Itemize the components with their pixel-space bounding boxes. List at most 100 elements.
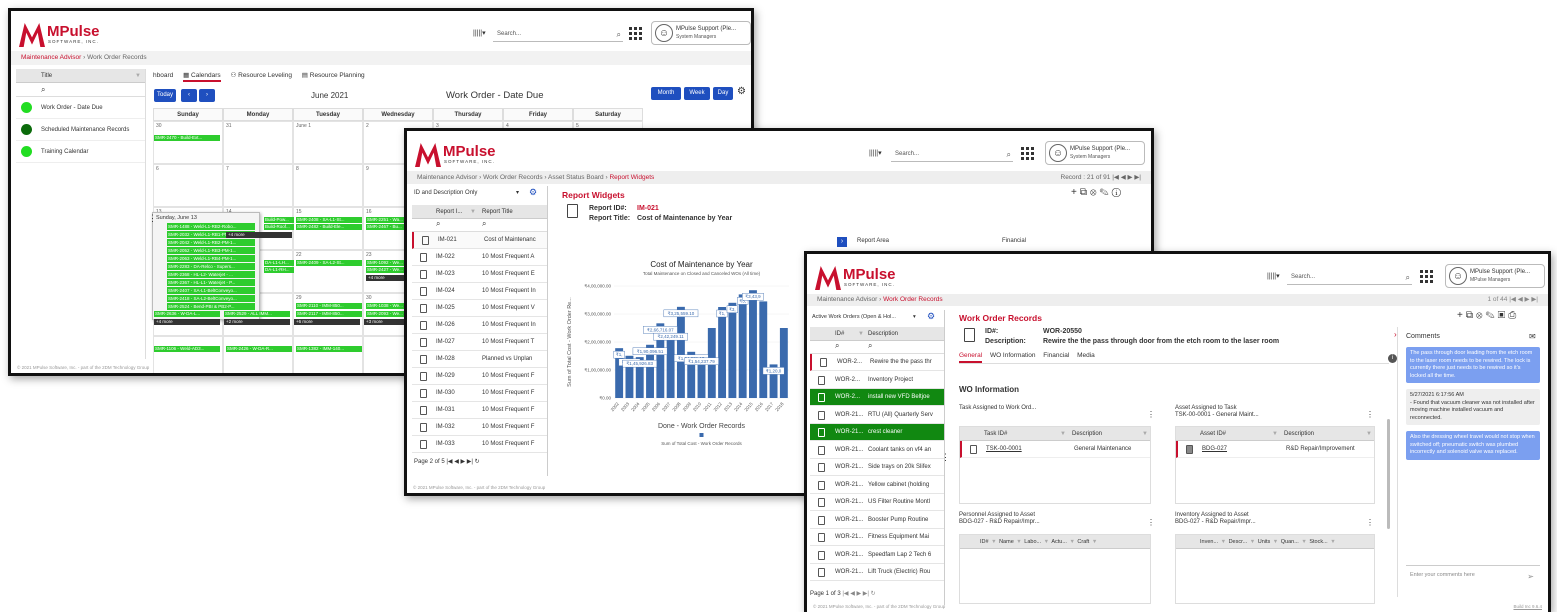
table-row[interactable]: IM-031 10 Most Frequent F [412, 402, 547, 419]
table-row[interactable]: IM-033 10 Most Frequent F [412, 436, 547, 453]
list-search-row[interactable]: ⌕ ⌕ [810, 341, 944, 354]
calendar-event[interactable]: Build-Roof... [264, 224, 294, 230]
calendar-event[interactable]: SMR-2529 - ALL IMM... [224, 311, 290, 317]
table-row[interactable]: WOR-21... crest cleaner [810, 424, 944, 441]
calendar-day-cell[interactable]: 31 [223, 121, 293, 164]
popup-event[interactable]: SMR-2368 - HL-L2- Waterjet - ... [167, 271, 255, 278]
table-row[interactable]: IM-024 10 Most Frequent In [412, 283, 547, 300]
table-row[interactable]: IM-034 Labor Hours by Em [412, 453, 547, 457]
table-row[interactable]: WOR-21... US Filter Routine Montl [810, 494, 944, 511]
first-record-icon[interactable]: |◀ [1112, 174, 1119, 181]
table-row[interactable]: IM-025 10 Most Frequent V [412, 300, 547, 317]
today-button[interactable]: Today [154, 89, 176, 102]
popup-event[interactable]: SMR-2052 - Weld-L1-RB3-PM-1... [167, 247, 255, 254]
more-menu-icon[interactable]: ⋮ [941, 452, 950, 463]
view-week-button[interactable]: Week [684, 87, 710, 100]
popup-event[interactable]: SMR-2283 - DA-Relco - Supers... [167, 263, 255, 270]
calendar-day-cell[interactable]: 7 [223, 164, 293, 207]
cancel-icon[interactable]: ⊗ [1090, 187, 1100, 198]
search-icon[interactable]: ⌕ [1406, 272, 1410, 284]
apps-grid-icon[interactable] [629, 27, 642, 40]
table-row[interactable]: IM-026 10 Most Frequent In [412, 317, 547, 334]
asset-row[interactable]: BDG-027 R&D Repair/Improvement [1176, 441, 1374, 458]
calendar-event[interactable]: SMR-2110 - IMM-850... [296, 303, 362, 309]
user-menu[interactable]: ☺ MPulse Support (Ple... System Managers [651, 21, 751, 45]
collapse-panel-icon[interactable]: › [1394, 330, 1397, 339]
next-button[interactable]: › [199, 89, 215, 102]
sidebar-item[interactable]: Work Order - Date Due [16, 97, 145, 119]
calendar-event[interactable]: SMR-2408 - SA-L1-St... [296, 217, 362, 223]
more-menu-icon[interactable]: ⋮ [1147, 518, 1155, 527]
search-input[interactable]: Search... ⌕ [1287, 271, 1412, 285]
popup-event[interactable]: SMR-2367 - HL-L1- Waterjet - P... [167, 279, 255, 286]
first-record-icon[interactable]: |◀ [1509, 296, 1516, 303]
tab-dashboard[interactable]: hboard [153, 72, 173, 79]
next-record-icon[interactable]: ▶ [1525, 296, 1530, 303]
table-row[interactable]: IM-022 10 Most Frequent A [412, 249, 547, 266]
info-icon[interactable]: ⓘ [1112, 187, 1124, 198]
prev-button[interactable]: ‹ [181, 89, 197, 102]
popup-event[interactable]: SMR-2407 - SA-L1-BeltConveyo... [167, 287, 255, 294]
tab-financial[interactable]: Financial [1043, 352, 1069, 359]
sidebar-item[interactable]: Scheduled Maintenance Records [16, 119, 145, 141]
tab-calendars[interactable]: ▦ Calendars [183, 72, 221, 82]
table-row[interactable]: IM-028 Planned vs Unplan [412, 351, 547, 368]
calendar-day-cell[interactable]: 6 [153, 164, 223, 207]
sidebar-item[interactable]: Training Calendar [16, 141, 145, 163]
gear-icon[interactable]: ⚙ [529, 185, 537, 199]
popup-event[interactable]: SMR-2524 - Bend-PBI & PB2-P... [167, 303, 255, 310]
calendar-event[interactable]: SMR-1106 - Weld-AD3... [154, 346, 220, 352]
copy-icon[interactable]: ⧉ [1466, 310, 1476, 321]
table-row[interactable]: IM-029 10 Most Frequent F [412, 368, 547, 385]
comment-input[interactable]: Enter your comments here ➢ [1406, 565, 1540, 587]
filter-icon[interactable]: ▼ [135, 69, 141, 83]
calendar-event[interactable]: Build-Pow... [264, 217, 294, 223]
calendar-day-cell[interactable]: June 1 [293, 121, 363, 164]
list-filter-dropdown[interactable]: ID and Description Only ▾ ⚙ [412, 186, 547, 200]
popup-event[interactable]: SMR-2063 - Weld-L1-RB4-PM-1... [167, 255, 255, 262]
breadcrumb-link[interactable]: Asset Status Board [548, 174, 604, 181]
calendar-event[interactable]: DA-L1-LH... [264, 260, 294, 266]
tab-media[interactable]: Media [1077, 352, 1095, 359]
table-row[interactable]: WOR-2... Rewire the the pass thr [810, 354, 944, 371]
table-row[interactable]: WOR-21... RTU (All) Quarterly Serv [810, 407, 944, 424]
breadcrumb-link[interactable]: Work Order Records [483, 174, 542, 181]
save-icon[interactable]: ▣ [1498, 310, 1509, 321]
calendar-event[interactable]: SMR-2426 - W-DA-R... [226, 346, 292, 352]
calendar-event[interactable]: SMR-2482 - Build-Ele... [296, 224, 362, 230]
pager-controls-icon[interactable]: |◀ ◀ ▶ ▶| ↻ [446, 459, 479, 465]
table-row[interactable]: WOR-21... Yellow cabinet (holding [810, 477, 944, 494]
pager-controls-icon[interactable]: |◀ ◀ ▶ ▶| ↻ [842, 591, 875, 597]
tab-resource-leveling[interactable]: ⚇ Resource Leveling [230, 72, 291, 79]
view-day-button[interactable]: Day [713, 87, 733, 100]
more-menu-icon[interactable]: ⋮ [1366, 518, 1374, 527]
print-icon[interactable]: ⎙ [1508, 310, 1519, 321]
calendar-event[interactable]: DA-L1-RH... [264, 267, 294, 273]
send-icon[interactable]: ➢ [1527, 572, 1534, 581]
more-menu-icon[interactable]: ⋮ [148, 213, 157, 224]
expand-panel-icon[interactable]: › [837, 237, 847, 247]
last-record-icon[interactable]: ▶| [1134, 174, 1141, 181]
email-icon[interactable]: ✉ [1529, 332, 1536, 341]
table-row[interactable]: WOR-21... Side trays on 20k Slifex [810, 459, 944, 476]
calendar-event[interactable]: SMR-2636 - W-DA-L... [154, 311, 220, 317]
tab-resource-planning[interactable]: ▤ Resource Planning [302, 72, 365, 79]
add-icon[interactable]: + [1071, 187, 1080, 198]
prev-record-icon[interactable]: ◀ [1121, 174, 1126, 181]
tab-wo-information[interactable]: WO Information [990, 352, 1036, 359]
popup-event[interactable]: SMR-2042 - Weld-L1-RB2-PM-1... [167, 239, 255, 246]
more-events-link[interactable]: +4 more [154, 319, 220, 325]
barcode-icon[interactable]: |||||▾ [1267, 272, 1280, 280]
calendar-event[interactable]: SMR-1382 - IMM-140... [296, 346, 362, 352]
search-icon[interactable]: ⌕ [617, 29, 621, 41]
more-menu-icon[interactable]: ⋮ [1366, 410, 1374, 419]
table-row[interactable]: IM-023 10 Most Frequent E [412, 266, 547, 283]
table-row[interactable]: IM-030 10 Most Frequent F [412, 385, 547, 402]
more-events-link[interactable]: +6 more [294, 319, 360, 325]
add-icon[interactable]: + [1457, 310, 1466, 321]
search-icon[interactable]: ⌕ [1007, 149, 1011, 161]
table-row[interactable]: WOR-2... install new VFD Beltjoe [810, 389, 944, 406]
breadcrumb-link[interactable]: Maintenance Advisor [817, 296, 877, 303]
list-search-row[interactable]: ⌕ ⌕ [412, 219, 547, 232]
apps-grid-icon[interactable] [1021, 147, 1034, 160]
